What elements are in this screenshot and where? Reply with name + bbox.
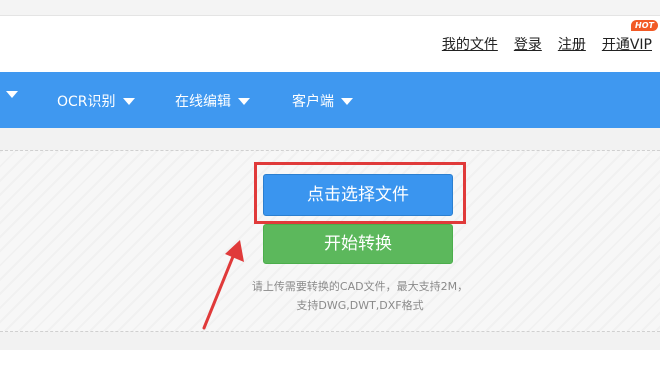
nav-item-label: 客户端 xyxy=(292,94,334,110)
chevron-down-icon xyxy=(341,97,353,105)
chevron-down-icon xyxy=(238,97,250,105)
nav-item-label: OCR识别 xyxy=(57,94,116,110)
main-nav: OCR识别 在线编辑 客户端 xyxy=(0,72,660,128)
nav-item-ocr[interactable]: OCR识别 xyxy=(57,91,135,111)
vip-wrap: 开通VIP HOT xyxy=(602,20,658,54)
hint-line-1: 请上传需要转换的CAD文件，最大支持2M， xyxy=(251,280,469,293)
bottom-panel xyxy=(0,350,660,378)
user-links: 我的文件 登录 注册 开通VIP HOT xyxy=(442,20,658,54)
header: 我的文件 登录 注册 开通VIP HOT xyxy=(0,16,660,72)
top-strip xyxy=(0,0,660,16)
upload-hint: 请上传需要转换的CAD文件，最大支持2M， 支持DWG,DWT,DXF格式 xyxy=(210,277,510,315)
start-convert-button[interactable]: 开始转换 xyxy=(263,224,453,264)
my-files-link[interactable]: 我的文件 xyxy=(442,34,498,54)
hot-badge: HOT xyxy=(631,20,658,31)
nav-item-client[interactable]: 客户端 xyxy=(292,91,353,111)
hint-line-2: 支持DWG,DWT,DXF格式 xyxy=(296,299,424,312)
open-vip-link[interactable]: 开通VIP xyxy=(602,37,652,53)
nav-item-label: 在线编辑 xyxy=(175,94,231,110)
nav-item-online-edit[interactable]: 在线编辑 xyxy=(175,91,250,111)
nav-item-partial[interactable] xyxy=(6,91,18,98)
annotation-arrow-icon xyxy=(202,240,244,330)
login-link[interactable]: 登录 xyxy=(514,34,542,54)
chevron-down-icon xyxy=(6,91,18,98)
chevron-down-icon xyxy=(122,97,135,105)
select-file-button[interactable]: 点击选择文件 xyxy=(263,174,453,216)
register-link[interactable]: 注册 xyxy=(558,34,586,54)
